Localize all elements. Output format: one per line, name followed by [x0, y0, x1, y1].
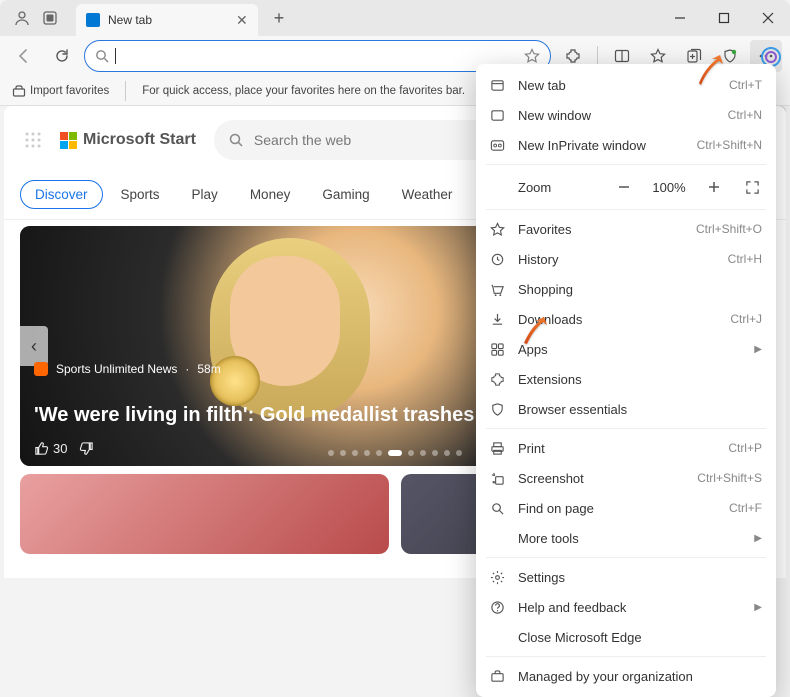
print-icon [488, 439, 506, 457]
new-tab-icon [488, 76, 506, 94]
menu-managed[interactable]: Managed by your organization [476, 661, 776, 691]
screenshot-icon [488, 469, 506, 487]
carousel-dots[interactable] [328, 450, 462, 456]
menu-new-window[interactable]: New windowCtrl+N [476, 100, 776, 130]
menu-close-edge[interactable]: Close Microsoft Edge [476, 622, 776, 652]
import-favorites-button[interactable]: Import favorites [12, 84, 109, 98]
chevron-right-icon: ▶ [754, 344, 762, 355]
back-button[interactable] [8, 40, 40, 72]
brand-label: Microsoft Start [83, 131, 196, 149]
browser-tab[interactable]: New tab ✕ [76, 4, 258, 36]
like-count: 30 [53, 441, 67, 456]
history-icon [488, 250, 506, 268]
menu-essentials[interactable]: Browser essentials [476, 394, 776, 424]
refresh-button[interactable] [46, 40, 78, 72]
fullscreen-button[interactable] [738, 175, 766, 199]
microsoft-logo-icon [60, 132, 77, 149]
menu-favorites[interactable]: FavoritesCtrl+Shift+O [476, 214, 776, 244]
menu-new-tab[interactable]: New tabCtrl+T [476, 70, 776, 100]
navtab-discover[interactable]: Discover [20, 180, 103, 209]
find-icon [488, 499, 506, 517]
puzzle-icon [488, 370, 506, 388]
titlebar: New tab ✕ + [0, 0, 790, 36]
star-icon [488, 220, 506, 238]
hero-source: Sports Unlimited News · 58m [34, 362, 221, 376]
gear-icon [488, 568, 506, 586]
chevron-right-icon: ▶ [754, 533, 762, 544]
menu-print[interactable]: PrintCtrl+P [476, 433, 776, 463]
zoom-value: 100% [648, 180, 690, 195]
search-icon [228, 132, 244, 148]
shopping-icon [488, 280, 506, 298]
menu-find[interactable]: Find on pageCtrl+F [476, 493, 776, 523]
favorite-star-icon[interactable] [524, 48, 540, 64]
menu-shopping[interactable]: Shopping [476, 274, 776, 304]
search-icon [95, 49, 109, 63]
help-icon [488, 598, 506, 616]
menu-history[interactable]: HistoryCtrl+H [476, 244, 776, 274]
zoom-out-button[interactable] [610, 175, 638, 199]
menu-downloads[interactable]: DownloadsCtrl+J [476, 304, 776, 334]
chevron-right-icon: ▶ [754, 602, 762, 613]
navtab-gaming[interactable]: Gaming [308, 181, 383, 208]
menu-apps[interactable]: Apps▶ [476, 334, 776, 364]
inprivate-icon [488, 136, 506, 154]
news-card-1[interactable] [20, 474, 389, 554]
import-icon [12, 84, 26, 98]
new-tab-button[interactable]: + [266, 8, 293, 29]
article-age: 58m [197, 362, 220, 376]
menu-inprivate[interactable]: New InPrivate windowCtrl+Shift+N [476, 130, 776, 160]
menu-help[interactable]: Help and feedback▶ [476, 592, 776, 622]
download-icon [488, 310, 506, 328]
navtab-play[interactable]: Play [178, 181, 232, 208]
navtab-weather[interactable]: Weather [388, 181, 467, 208]
profile-icon[interactable] [12, 8, 32, 28]
favorites-hint: For quick access, place your favorites h… [142, 85, 465, 97]
settings-menu: New tabCtrl+T New windowCtrl+N New InPri… [476, 64, 776, 697]
zoom-in-button[interactable] [700, 175, 728, 199]
pulse-icon [488, 400, 506, 418]
new-window-icon [488, 106, 506, 124]
close-tab-icon[interactable]: ✕ [236, 12, 248, 29]
apps-icon [488, 340, 506, 358]
like-button[interactable]: 30 [34, 441, 67, 456]
tab-title: New tab [108, 13, 228, 27]
close-window-button[interactable] [746, 0, 790, 36]
carousel-prev-button[interactable]: ‹ [20, 326, 48, 366]
dislike-button[interactable] [79, 441, 94, 456]
source-name: Sports Unlimited News [56, 362, 177, 376]
import-favorites-label: Import favorites [30, 85, 109, 97]
microsoft-start-logo[interactable]: Microsoft Start [60, 131, 196, 149]
navtab-sports[interactable]: Sports [107, 181, 174, 208]
minimize-button[interactable] [658, 0, 702, 36]
address-input[interactable] [116, 49, 524, 64]
menu-settings[interactable]: Settings [476, 562, 776, 592]
source-icon [34, 362, 48, 376]
tab-favicon [86, 13, 100, 27]
menu-extensions[interactable]: Extensions [476, 364, 776, 394]
briefcase-icon [488, 667, 506, 685]
app-launcher-icon[interactable] [24, 131, 42, 149]
search-placeholder: Search the web [254, 132, 351, 148]
workspaces-icon[interactable] [40, 8, 60, 28]
menu-more-tools[interactable]: More tools▶ [476, 523, 776, 553]
navtab-money[interactable]: Money [236, 181, 305, 208]
menu-screenshot[interactable]: ScreenshotCtrl+Shift+S [476, 463, 776, 493]
menu-zoom: Zoom 100% [476, 169, 776, 205]
maximize-button[interactable] [702, 0, 746, 36]
